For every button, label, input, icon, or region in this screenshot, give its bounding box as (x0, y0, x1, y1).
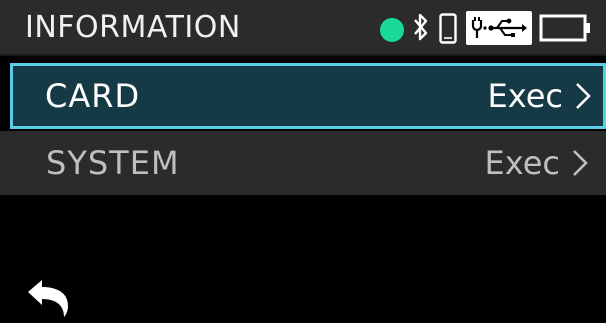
chevron-right-icon (573, 150, 588, 176)
status-icons (376, 0, 606, 56)
device-screen: INFORMATION CARD Exec SYSTEM Exec (0, 0, 606, 323)
page-title: INFORMATION (25, 10, 241, 45)
chevron-right-icon (576, 83, 591, 109)
status-dot-icon (380, 18, 404, 42)
exec-label: Exec (484, 144, 560, 182)
menu-item-card[interactable]: CARD Exec (10, 63, 606, 129)
exec-action[interactable]: Exec (488, 77, 593, 115)
phone-icon (439, 13, 457, 44)
menu-item-label: CARD (45, 77, 141, 115)
menu-item-system[interactable]: SYSTEM Exec (0, 131, 606, 195)
menu-item-label: SYSTEM (46, 144, 180, 182)
battery-icon (539, 14, 590, 42)
header-bar: INFORMATION (0, 0, 606, 56)
exec-action[interactable]: Exec (485, 144, 590, 182)
back-arrow-icon[interactable] (24, 276, 76, 318)
bluetooth-icon (414, 13, 428, 41)
exec-label: Exec (487, 77, 563, 115)
usb-icon (466, 11, 532, 45)
